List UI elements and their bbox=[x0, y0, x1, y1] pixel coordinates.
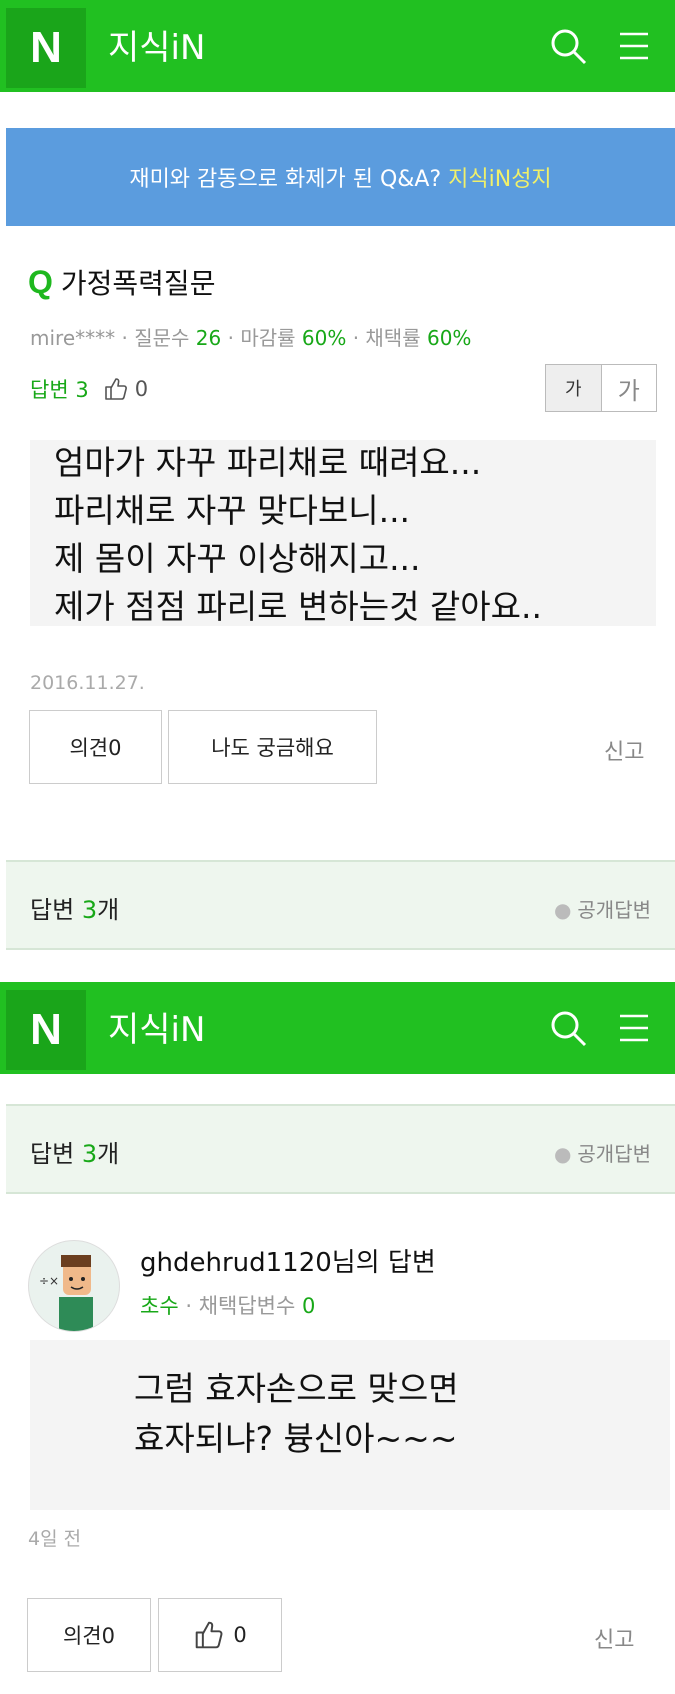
questions-label: 질문수 bbox=[134, 326, 190, 350]
svg-text:÷×: ÷× bbox=[39, 1274, 59, 1288]
adopted-label: 채택답변수 bbox=[198, 1294, 296, 1318]
adopted-count: 0 bbox=[301, 1294, 316, 1318]
answerer-level: 초수 bbox=[140, 1294, 179, 1318]
answerer-meta: 초수 · 채택답변수 0 bbox=[140, 1294, 316, 1318]
answers-suffix: 개 bbox=[97, 896, 120, 924]
font-large-button[interactable]: 가 bbox=[602, 365, 657, 411]
question-body: 엄마가 자꾸 파리채로 때려요... 파리채로 자꾸 맞다보니... 제 몸이 … bbox=[30, 440, 656, 626]
search-icon[interactable] bbox=[548, 26, 588, 66]
public-answers-label: 공개답변 bbox=[577, 1142, 651, 1166]
question-author[interactable]: mire**** bbox=[30, 326, 115, 350]
answer-opinion-button[interactable]: 의견0 bbox=[27, 1598, 151, 1672]
font-small-button[interactable]: 가 bbox=[546, 365, 602, 411]
second-header: N 지식iN bbox=[0, 982, 675, 1074]
public-answers-filter[interactable]: ● 공개답변 bbox=[554, 894, 651, 923]
banner-highlight: 지식iN성지 bbox=[448, 167, 552, 192]
search-icon[interactable] bbox=[548, 1008, 588, 1048]
service-title[interactable]: 지식iN bbox=[108, 1002, 205, 1051]
answers-count: 3 bbox=[81, 1140, 98, 1168]
question-like-button[interactable]: 0 bbox=[103, 376, 148, 402]
naver-logo-button[interactable]: N bbox=[6, 990, 86, 1070]
answers-suffix: 개 bbox=[97, 1140, 120, 1168]
question-opinion-button[interactable]: 의견0 bbox=[29, 710, 162, 784]
question-body-line: 엄마가 자꾸 파리채로 때려요... bbox=[54, 443, 482, 482]
question-body-line: 파리채로 자꾸 맞다보니... bbox=[54, 491, 411, 530]
naver-logo: N bbox=[30, 23, 62, 72]
menu-icon[interactable] bbox=[616, 1010, 652, 1046]
banner-text: 재미와 감동으로 화제가 된 Q&A? bbox=[129, 167, 442, 192]
curious-button[interactable]: 나도 궁금해요 bbox=[168, 710, 377, 784]
naver-logo-button[interactable]: N bbox=[6, 8, 86, 88]
question-actions-row: 답변 3 0 bbox=[30, 374, 148, 404]
answers-heading: 답변 3개 bbox=[30, 1134, 119, 1169]
question-marker: Q bbox=[28, 263, 53, 300]
question-like-count: 0 bbox=[134, 377, 149, 401]
thumbs-up-icon bbox=[196, 1621, 223, 1649]
public-answers-label: 공개답변 bbox=[577, 898, 651, 922]
answers-label: 답변 bbox=[30, 896, 75, 924]
question-body-line: 제 몸이 자꾸 이상해지고... bbox=[54, 539, 421, 578]
public-answers-filter[interactable]: ● 공개답변 bbox=[554, 1138, 651, 1167]
bullet-icon: ● bbox=[553, 898, 572, 922]
question-body-line: 제가 점점 파리로 변하는것 같아요.. bbox=[54, 587, 542, 626]
answer-like-button[interactable]: 0 bbox=[158, 1598, 282, 1672]
answer-body-line: 그럼 효자손으로 맞으면 bbox=[134, 1369, 459, 1408]
naver-logo: N bbox=[30, 1005, 62, 1054]
question-title-row: Q 가정폭력질문 bbox=[28, 262, 215, 302]
answers-section-bar: 답변 3개 ● 공개답변 bbox=[6, 1104, 675, 1194]
questions-count: 26 bbox=[195, 326, 222, 350]
top-header: N 지식iN bbox=[0, 0, 675, 92]
menu-icon[interactable] bbox=[616, 28, 652, 64]
promo-banner[interactable]: 재미와 감동으로 화제가 된 Q&A? 지식iN성지 bbox=[6, 128, 675, 226]
close-rate: 60% bbox=[301, 326, 347, 350]
question-meta: mire**** · 질문수 26 · 마감률 60% · 채택률 60% bbox=[30, 326, 472, 350]
question-report-link[interactable]: 신고 bbox=[604, 734, 644, 766]
question-title: 가정폭력질문 bbox=[60, 267, 216, 300]
answer-body-line: 효자되냐? 븅신아~~~ bbox=[134, 1419, 458, 1458]
answerer-avatar[interactable]: ÷× bbox=[28, 1240, 120, 1332]
answers-label: 답변 bbox=[30, 1140, 75, 1168]
bullet-icon: ● bbox=[553, 1142, 572, 1166]
answer-count-link[interactable]: 답변 3 bbox=[30, 374, 89, 404]
answer-body: 그럼 효자손으로 맞으면 효자되냐? 븅신아~~~ bbox=[30, 1340, 670, 1510]
answers-count: 3 bbox=[81, 896, 98, 924]
close-rate-label: 마감률 bbox=[240, 326, 296, 350]
answer-like-count: 0 bbox=[233, 1623, 247, 1647]
question-date: 2016.11.27. bbox=[30, 672, 145, 694]
answer-time: 4일 전 bbox=[28, 1528, 82, 1550]
answer-report-link[interactable]: 신고 bbox=[594, 1622, 634, 1654]
adopt-rate-label: 채택률 bbox=[365, 326, 421, 350]
font-size-toggle: 가 가 bbox=[545, 364, 657, 412]
answerer-name[interactable]: ghdehrud1120님의 답변 bbox=[140, 1242, 436, 1279]
avatar-character-icon: ÷× bbox=[39, 1255, 93, 1331]
thumbs-up-icon bbox=[104, 378, 127, 400]
answers-section-bar: 답변 3개 ● 공개답변 bbox=[6, 860, 675, 950]
service-title[interactable]: 지식iN bbox=[108, 20, 205, 69]
adopt-rate: 60% bbox=[426, 326, 472, 350]
answers-heading: 답변 3개 bbox=[30, 890, 119, 925]
